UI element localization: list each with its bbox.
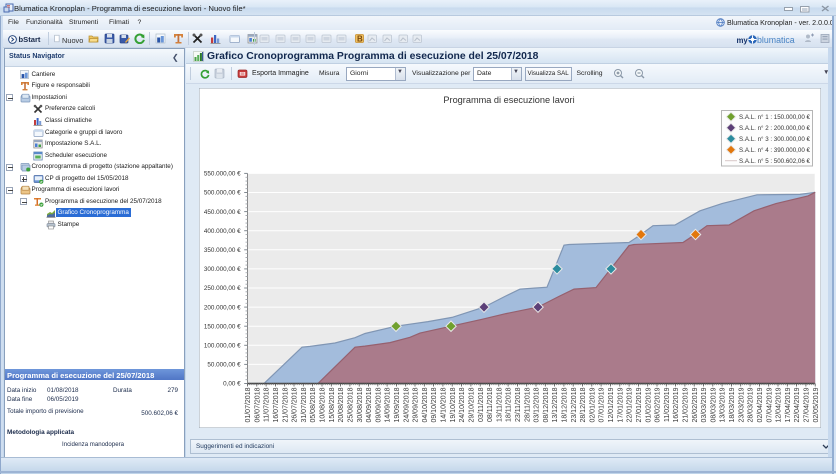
svg-text:18/03/2019: 18/03/2019 xyxy=(729,387,736,422)
svg-text:28/11/2018: 28/11/2018 xyxy=(524,387,531,422)
svg-text:04/09/2018: 04/09/2018 xyxy=(366,387,373,422)
svg-text:26/02/2019: 26/02/2019 xyxy=(692,387,699,422)
svg-text:08/11/2018: 08/11/2018 xyxy=(487,387,494,422)
svg-text:12/01/2019: 12/01/2019 xyxy=(608,387,615,422)
svg-text:S.A.L. n° 5 : 500.602,06 €: S.A.L. n° 5 : 500.602,06 € xyxy=(739,158,810,165)
svg-text:01/07/2018: 01/07/2018 xyxy=(245,387,252,422)
svg-text:450.000,00 €: 450.000,00 € xyxy=(204,209,241,216)
svg-text:150.000,00 €: 150.000,00 € xyxy=(204,323,241,330)
svg-text:08/03/2019: 08/03/2019 xyxy=(710,387,717,422)
svg-text:B: B xyxy=(357,35,363,44)
svg-text:Programma di esecuzione lavori: Programma di esecuzione lavori xyxy=(443,95,574,105)
svg-text:03/03/2019: 03/03/2019 xyxy=(701,387,708,422)
svg-text:19/10/2018: 19/10/2018 xyxy=(450,387,457,422)
svg-text:15/08/2018: 15/08/2018 xyxy=(329,387,336,422)
svg-text:19/09/2018: 19/09/2018 xyxy=(394,387,401,422)
svg-text:500.000,00 €: 500.000,00 € xyxy=(204,190,241,197)
svg-text:S.A.L. n° 3 : 300.000,00 €: S.A.L. n° 3 : 300.000,00 € xyxy=(739,136,810,143)
svg-text:13/03/2019: 13/03/2019 xyxy=(720,387,727,422)
svg-text:14/09/2018: 14/09/2018 xyxy=(385,387,392,422)
svg-text:400.000,00 €: 400.000,00 € xyxy=(204,228,241,235)
svg-text:10/08/2018: 10/08/2018 xyxy=(320,387,327,422)
svg-text:22/04/2019: 22/04/2019 xyxy=(794,387,801,422)
svg-text:350.000,00 €: 350.000,00 € xyxy=(204,247,241,254)
svg-text:S.A.L. n° 4 : 390.000,00 €: S.A.L. n° 4 : 390.000,00 € xyxy=(739,147,810,154)
svg-text:23/03/2019: 23/03/2019 xyxy=(738,387,745,422)
svg-text:06/02/2019: 06/02/2019 xyxy=(655,387,662,422)
svg-text:23/12/2018: 23/12/2018 xyxy=(571,387,578,422)
svg-text:31/07/2018: 31/07/2018 xyxy=(301,387,308,422)
svg-text:12/04/2019: 12/04/2019 xyxy=(776,387,783,422)
svg-text:50.000,00 €: 50.000,00 € xyxy=(207,362,241,369)
svg-text:06/07/2018: 06/07/2018 xyxy=(254,387,261,422)
svg-text:30/08/2018: 30/08/2018 xyxy=(357,387,364,422)
svg-text:07/04/2019: 07/04/2019 xyxy=(766,387,773,422)
svg-text:01/02/2019: 01/02/2019 xyxy=(645,387,652,422)
svg-text:24/10/2018: 24/10/2018 xyxy=(459,387,466,422)
svg-text:23/11/2018: 23/11/2018 xyxy=(515,387,522,422)
svg-text:27/04/2019: 27/04/2019 xyxy=(804,387,811,422)
svg-text:14/10/2018: 14/10/2018 xyxy=(441,387,448,422)
svg-text:29/09/2018: 29/09/2018 xyxy=(413,387,420,422)
svg-text:550.000,00 €: 550.000,00 € xyxy=(204,171,241,178)
svg-text:02/05/2019: 02/05/2019 xyxy=(813,387,820,422)
svg-text:18/12/2018: 18/12/2018 xyxy=(562,387,569,422)
svg-text:21/07/2018: 21/07/2018 xyxy=(282,387,289,422)
svg-text:100.000,00 €: 100.000,00 € xyxy=(204,343,241,350)
svg-text:22/01/2019: 22/01/2019 xyxy=(627,387,634,422)
svg-text:28/12/2018: 28/12/2018 xyxy=(580,387,587,422)
svg-text:S.A.L. n° 1 : 150.000,00 €: S.A.L. n° 1 : 150.000,00 € xyxy=(739,114,810,121)
svg-text:09/10/2018: 09/10/2018 xyxy=(431,387,438,422)
svg-text:27/01/2019: 27/01/2019 xyxy=(636,387,643,422)
svg-text:11/07/2018: 11/07/2018 xyxy=(264,387,271,422)
svg-text:07/01/2019: 07/01/2019 xyxy=(599,387,606,422)
svg-text:11/02/2019: 11/02/2019 xyxy=(664,387,671,422)
svg-text:26/07/2018: 26/07/2018 xyxy=(292,387,299,422)
svg-text:13/12/2018: 13/12/2018 xyxy=(552,387,559,422)
svg-text:02/01/2019: 02/01/2019 xyxy=(589,387,596,422)
svg-text:0,00 €: 0,00 € xyxy=(223,381,241,388)
svg-text:04/10/2018: 04/10/2018 xyxy=(422,387,429,422)
svg-text:18/11/2018: 18/11/2018 xyxy=(506,387,513,422)
svg-text:20/08/2018: 20/08/2018 xyxy=(338,387,345,422)
svg-text:200.000,00 €: 200.000,00 € xyxy=(204,304,241,311)
svg-text:09/09/2018: 09/09/2018 xyxy=(375,387,382,422)
svg-text:S.A.L. n° 2 : 200.000,00 €: S.A.L. n° 2 : 200.000,00 € xyxy=(739,125,810,132)
svg-text:08/12/2018: 08/12/2018 xyxy=(543,387,550,422)
svg-text:17/04/2019: 17/04/2019 xyxy=(785,387,792,422)
svg-text:300.000,00 €: 300.000,00 € xyxy=(204,266,241,273)
svg-text:17/01/2019: 17/01/2019 xyxy=(617,387,624,422)
svg-text:28/03/2019: 28/03/2019 xyxy=(748,387,755,422)
svg-text:21/02/2019: 21/02/2019 xyxy=(683,387,690,422)
svg-text:13/11/2018: 13/11/2018 xyxy=(496,387,503,422)
svg-text:03/11/2018: 03/11/2018 xyxy=(478,387,485,422)
svg-text:25/08/2018: 25/08/2018 xyxy=(348,387,355,422)
svg-text:250.000,00 €: 250.000,00 € xyxy=(204,285,241,292)
svg-text:16/07/2018: 16/07/2018 xyxy=(273,387,280,422)
svg-text:05/08/2018: 05/08/2018 xyxy=(310,387,317,422)
svg-text:24/09/2018: 24/09/2018 xyxy=(403,387,410,422)
svg-text:02/04/2019: 02/04/2019 xyxy=(757,387,764,422)
svg-text:03/12/2018: 03/12/2018 xyxy=(534,387,541,422)
svg-text:29/10/2018: 29/10/2018 xyxy=(469,387,476,422)
svg-text:16/02/2019: 16/02/2019 xyxy=(673,387,680,422)
